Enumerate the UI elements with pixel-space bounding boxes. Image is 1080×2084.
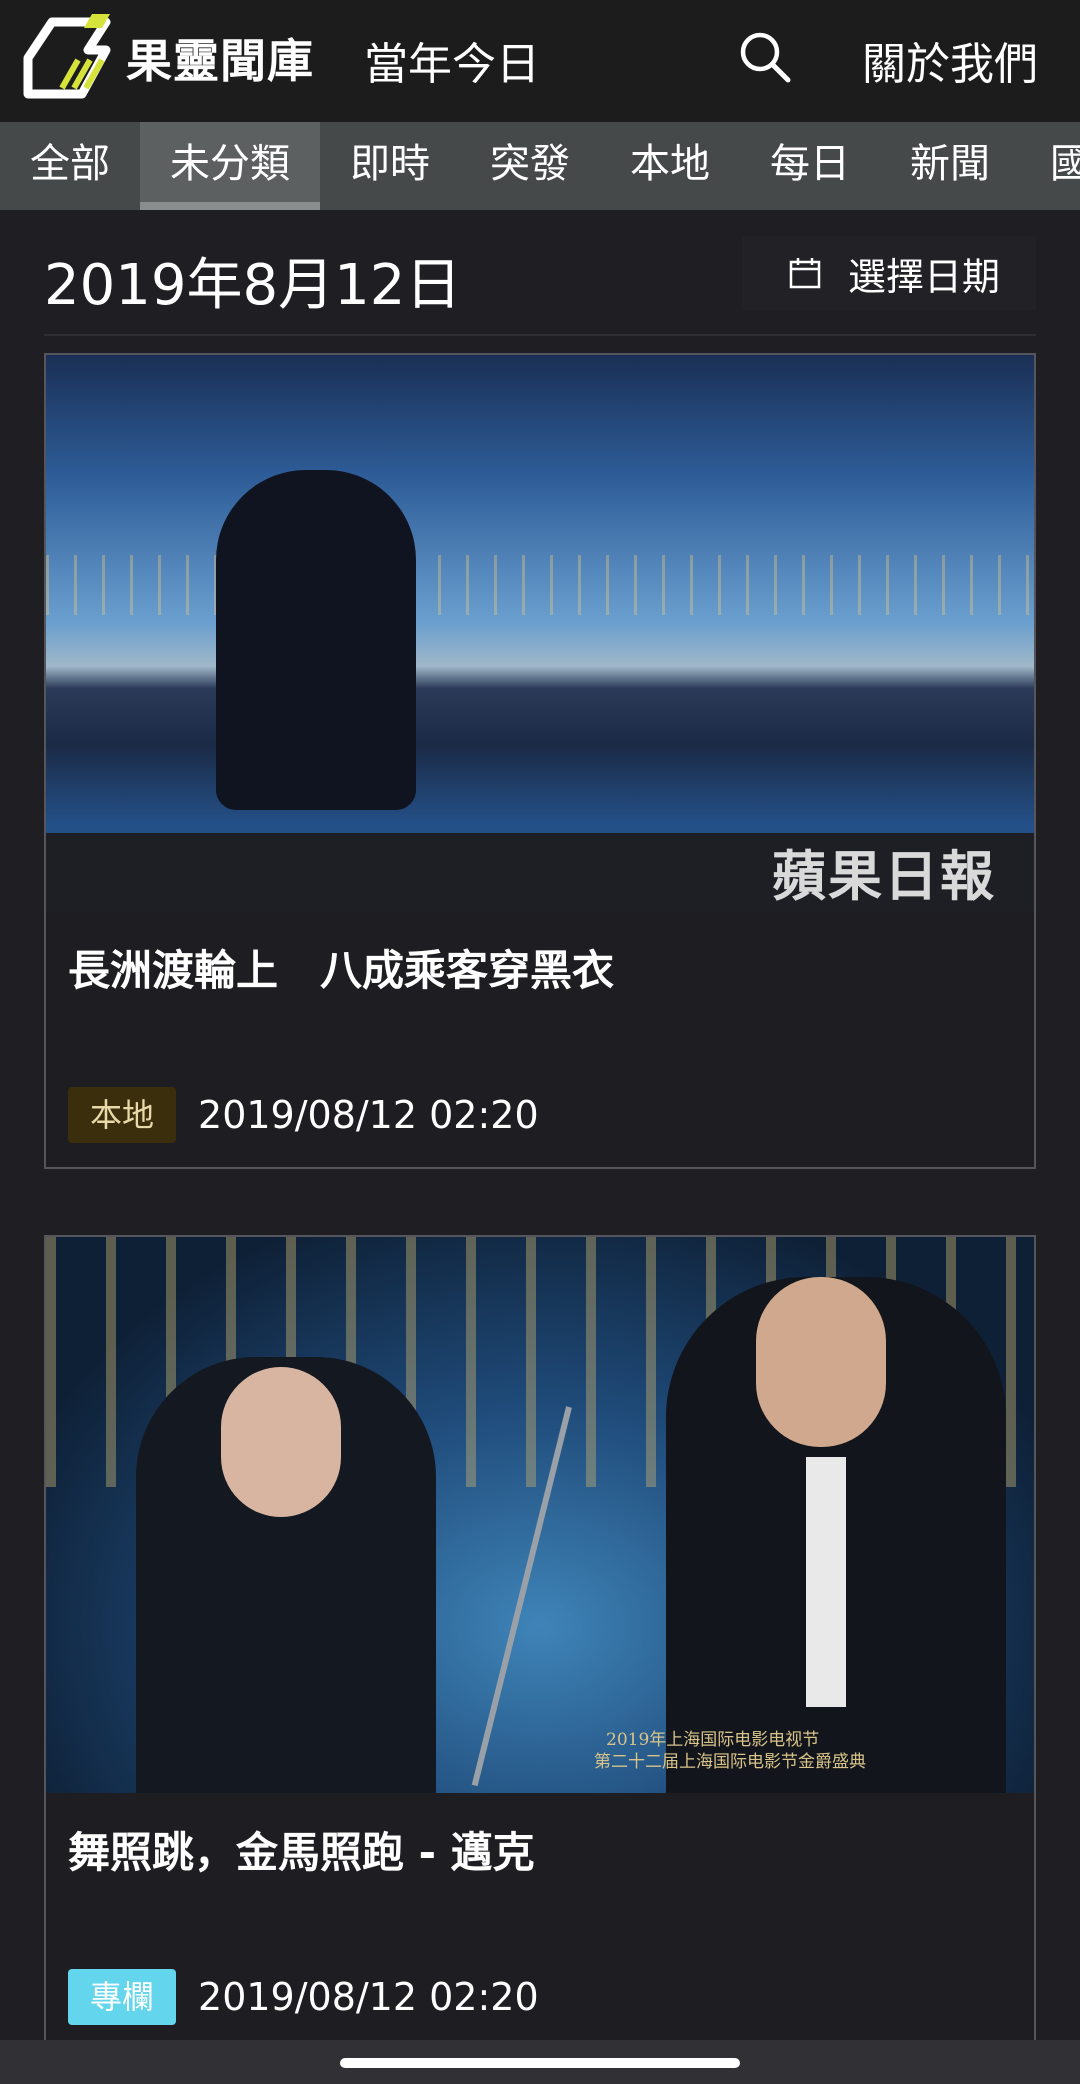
tab-breaking[interactable]: 突發 [460, 122, 600, 210]
logo-text: 果靈聞庫 [126, 34, 314, 88]
home-indicator[interactable] [340, 2058, 740, 2068]
article-image[interactable]: 2019年上海国际电影电视节 第二十二届上海国际电影节金爵盛典 [46, 1237, 1034, 1793]
logo[interactable]: 果靈聞庫 [22, 8, 314, 108]
article-card[interactable]: 蘋果日報 長洲渡輪上 八成乘客穿黑衣 本地 2019/08/12 02:20 [44, 353, 1036, 1169]
system-navigation-bar [0, 2040, 1080, 2084]
category-badge[interactable]: 專欄 [68, 1969, 177, 2025]
presenter-right-face [756, 1277, 886, 1447]
presenter-right-shirt [806, 1457, 846, 1707]
article-meta: 專欄 2019/08/12 02:20 [68, 1969, 539, 2025]
nav-link-about[interactable]: 關於我們 [862, 28, 1038, 92]
article-card[interactable]: 2019年上海国际电影电视节 第二十二届上海国际电影节金爵盛典 舞照跳，金馬照跑… [44, 1235, 1036, 2055]
image-caption: 第二十二届上海国际电影节金爵盛典 [594, 1752, 866, 1772]
harbour-lights [46, 555, 1034, 615]
search-icon [740, 32, 791, 83]
tab-local[interactable]: 本地 [600, 122, 740, 210]
pick-date-label: 選擇日期 [848, 254, 1001, 299]
current-date: 2019年8月12日 [44, 253, 462, 318]
calendar-icon [789, 258, 821, 289]
person-head [271, 470, 367, 580]
pick-date-button[interactable]: 選擇日期 [742, 236, 1036, 310]
nav-link-today-in-history[interactable]: 當年今日 [364, 28, 540, 92]
app-header: 果靈聞庫 當年今日 關於我們 [0, 0, 1080, 122]
category-tabs: 全部 未分類 即時 突發 本地 每日 新聞 國 [0, 122, 1080, 210]
search-button[interactable] [736, 28, 796, 88]
date-bar: 2019年8月12日 選擇日期 [44, 210, 1036, 336]
article-image[interactable]: 蘋果日報 [46, 355, 1034, 911]
article-timestamp: 2019/08/12 02:20 [198, 1975, 539, 2019]
article-meta: 本地 2019/08/12 02:20 [68, 1087, 539, 1143]
presenter-left-face [221, 1367, 341, 1517]
tab-news[interactable]: 新聞 [880, 122, 1020, 210]
tab-daily[interactable]: 每日 [740, 122, 880, 210]
image-watermark: 蘋果日報 [772, 845, 996, 908]
article-timestamp: 2019/08/12 02:20 [198, 1093, 539, 1137]
tab-instant[interactable]: 即時 [320, 122, 460, 210]
logo-icon [23, 14, 111, 99]
tab-international[interactable]: 國 [1020, 122, 1080, 210]
article-title[interactable]: 舞照跳，金馬照跑 - 邁克 [68, 1819, 535, 1880]
tab-uncategorized[interactable]: 未分類 [140, 122, 320, 210]
category-badge[interactable]: 本地 [68, 1087, 177, 1143]
article-title[interactable]: 長洲渡輪上 八成乘客穿黑衣 [68, 937, 614, 998]
tab-all[interactable]: 全部 [0, 122, 140, 210]
